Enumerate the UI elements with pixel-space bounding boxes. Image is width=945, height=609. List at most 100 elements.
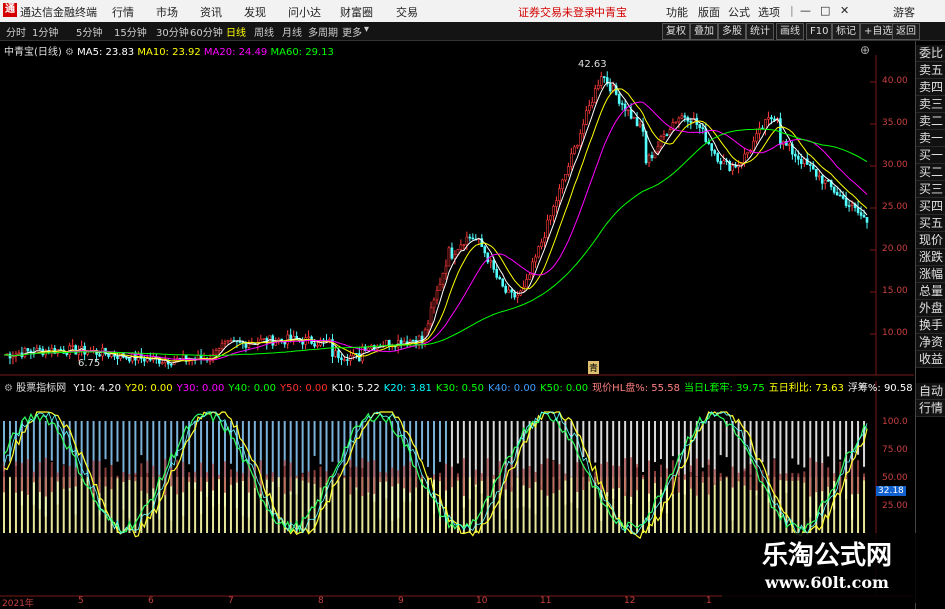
quote-row-label[interactable]: 换手: [916, 317, 945, 334]
zoom-icon[interactable]: ⊕: [860, 43, 870, 57]
menu-gongshi[interactable]: 公式: [728, 4, 750, 20]
indicator-bar-top: [701, 421, 704, 468]
quote-row-label[interactable]: 收益: [916, 351, 945, 368]
candle-body: [844, 198, 848, 206]
quote-row-label[interactable]: 外盘: [916, 300, 945, 317]
indicator-bar-mid: [737, 477, 740, 533]
menu-jiaoyi[interactable]: 交易: [396, 4, 418, 20]
candle-body: [620, 103, 624, 105]
period-multi[interactable]: 多周期: [308, 24, 338, 39]
quote-row-label[interactable]: 买一: [916, 147, 945, 164]
period-monthly[interactable]: 月线: [282, 24, 302, 39]
quote-row-label[interactable]: 现价: [916, 232, 945, 249]
candle-body: [674, 121, 678, 124]
gear-icon[interactable]: ⚙: [65, 47, 74, 58]
biaoji-button[interactable]: 标记: [832, 23, 860, 40]
menu-gongneng[interactable]: 功能: [666, 4, 688, 20]
candle-body: [160, 362, 164, 364]
period-daily[interactable]: 日线: [226, 24, 246, 39]
candle-body: [543, 237, 546, 243]
quote-row-label[interactable]: 总量: [916, 283, 945, 300]
menu-banmian[interactable]: 版面: [698, 4, 720, 20]
huaxian-button[interactable]: 画线: [776, 23, 804, 40]
price-tick: 25.00: [882, 202, 908, 212]
indicator-legend-item: K10: 5.22: [331, 383, 380, 394]
event-marker[interactable]: 青: [588, 361, 600, 374]
menu-caifuquan[interactable]: 财富圈: [340, 4, 373, 20]
candle-body: [86, 351, 89, 355]
quote-row-label[interactable]: 卖三: [916, 96, 945, 113]
indicator-bar-red: [223, 461, 226, 493]
period-5min[interactable]: 5分钟: [76, 24, 102, 39]
app-title: 通达信金融终端: [20, 6, 97, 19]
chart-canvas[interactable]: [0, 41, 914, 609]
candle-body: [629, 109, 633, 119]
indicator-bar-top: [283, 421, 286, 466]
indicator-bar-red: [355, 466, 358, 488]
indicator-bar-red: [797, 473, 800, 481]
indicator-bar-red: [373, 460, 376, 494]
high-price-annotation: 42.63: [578, 59, 607, 70]
add-watchlist-button[interactable]: +自选: [860, 23, 897, 40]
candle-body: [513, 291, 516, 298]
back-button[interactable]: 返回: [892, 23, 920, 40]
chevron-down-icon[interactable]: ▾: [364, 24, 369, 35]
quote-row-label[interactable]: 卖四: [916, 79, 945, 96]
fuquan-button[interactable]: 复权: [662, 23, 690, 40]
chart-area[interactable]: 中青宝(日线) ⚙ MA5: 23.83 MA10: 23.92 MA20: 2…: [0, 41, 945, 609]
indicator-bar-top: [331, 421, 334, 462]
menu-faxian[interactable]: 发现: [244, 4, 266, 20]
period-1min[interactable]: 1分钟: [32, 24, 58, 39]
auto-quote-toggle[interactable]: 自动: [916, 383, 945, 400]
indicator-bar-top: [707, 421, 710, 465]
candle-body: [528, 274, 531, 280]
menu-wenxiaoda[interactable]: 问小达: [288, 4, 321, 20]
indicator-legend-item: 浮筹%: 90.58: [847, 383, 913, 394]
menu-xuanxiang[interactable]: 选项: [758, 4, 780, 20]
quote-row-label[interactable]: 买四: [916, 198, 945, 215]
quote-row-label[interactable]: 买三: [916, 181, 945, 198]
quote-row-label[interactable]: 卖五: [916, 62, 945, 79]
restore-icon[interactable]: □: [820, 4, 830, 17]
login-notice[interactable]: 证券交易未登录: [518, 4, 595, 20]
quote-row-label[interactable]: 买五: [916, 215, 945, 232]
candle-body: [441, 272, 445, 285]
indicator-bar-red: [833, 473, 836, 481]
indicator-bar-top: [456, 421, 459, 464]
close-icon[interactable]: ✕: [840, 4, 849, 17]
minimize-icon[interactable]: —: [800, 4, 811, 17]
menu-hangqing[interactable]: 行情: [112, 4, 134, 20]
menu-shichang[interactable]: 市场: [156, 4, 178, 20]
tongji-button[interactable]: 统计: [746, 23, 774, 40]
ma20-line: [3, 101, 868, 361]
period-15min[interactable]: 15分钟: [114, 24, 147, 39]
candle-body: [429, 307, 433, 325]
quote-row-label[interactable]: 涨幅: [916, 266, 945, 283]
quote-row-label[interactable]: 净资: [916, 334, 945, 351]
period-60min[interactable]: 60分钟: [190, 24, 223, 39]
quote-row-label[interactable]: 卖二: [916, 113, 945, 130]
indicator-legend-item: Y50: 0.00: [279, 383, 328, 394]
indicator-bar-mid: [719, 477, 722, 533]
f10-button[interactable]: F10: [806, 23, 833, 40]
indicator-bar-red: [809, 457, 812, 497]
period-fenshi[interactable]: 分时: [6, 24, 26, 39]
quote-row-label[interactable]: 委比: [916, 45, 945, 62]
quote-row-label[interactable]: 买二: [916, 164, 945, 181]
candle-body: [74, 345, 77, 355]
period-30min[interactable]: 30分钟: [156, 24, 189, 39]
period-weekly[interactable]: 周线: [254, 24, 274, 39]
x-axis-label: 10: [476, 596, 488, 606]
indicator-line-cyan: [3, 411, 868, 536]
menu-zixun[interactable]: 资讯: [200, 4, 222, 20]
duogu-button[interactable]: 多股: [718, 23, 746, 40]
indicator-gear-icon[interactable]: ⚙: [4, 383, 13, 394]
candle-body: [23, 348, 27, 358]
period-more[interactable]: 更多: [342, 24, 362, 39]
quote-row-label[interactable]: 涨跌: [916, 249, 945, 266]
guest-label[interactable]: 游客: [893, 4, 915, 20]
diejia-button[interactable]: 叠加: [690, 23, 718, 40]
quote-row-label[interactable]: 卖一: [916, 130, 945, 147]
auto-quote-toggle[interactable]: 行情: [916, 400, 945, 417]
indicator-name[interactable]: 股票指标网: [16, 383, 66, 394]
